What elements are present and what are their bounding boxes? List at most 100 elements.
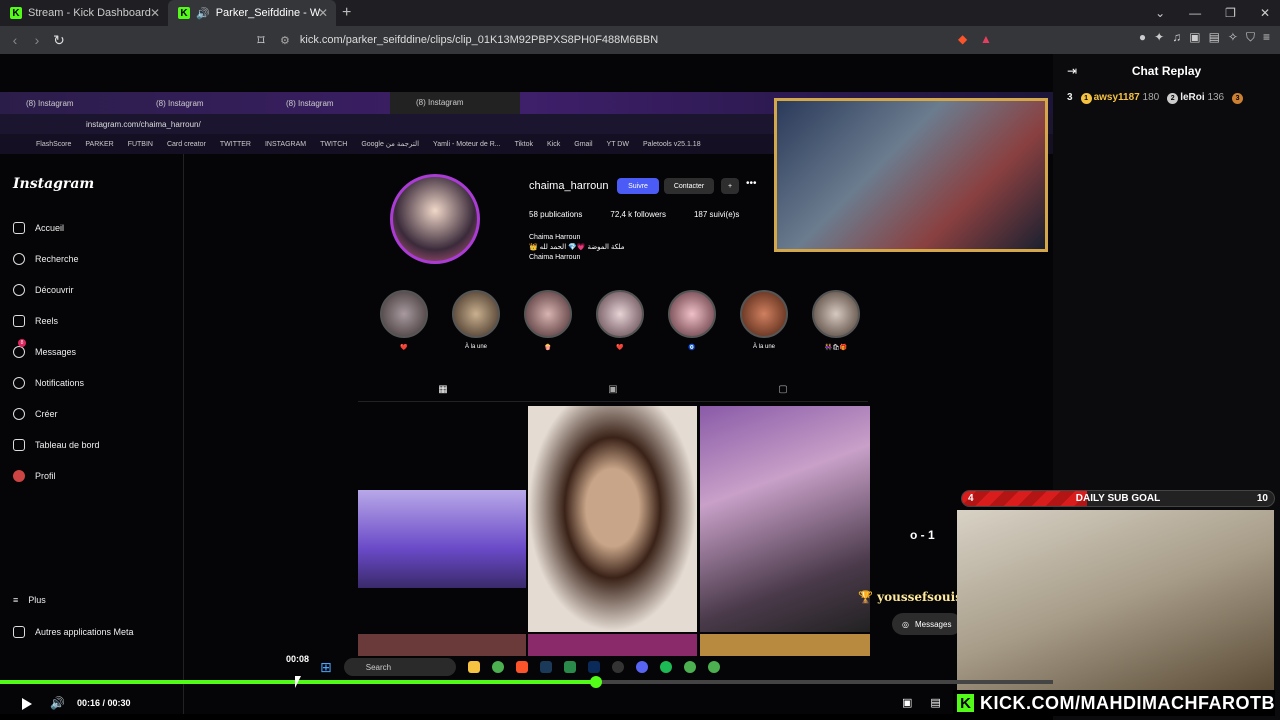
ig-nav-messages: 8 Messages bbox=[13, 339, 77, 358]
bookmark-item: Kick bbox=[547, 140, 561, 148]
bronze-badge-icon: 3 bbox=[1232, 93, 1244, 104]
volume-icon[interactable]: 🔊 bbox=[50, 696, 65, 710]
highlight-item: 🍿 bbox=[524, 290, 572, 351]
url-text: kick.com/parker_seifddine/clips/clip_01K… bbox=[299, 34, 659, 46]
brave-shield-icon[interactable]: ◆ bbox=[958, 32, 967, 46]
menu-icon[interactable]: ≡ bbox=[1263, 30, 1270, 45]
app-icon bbox=[563, 661, 576, 673]
ig-profile-avatar bbox=[390, 174, 480, 264]
forward-button[interactable]: › bbox=[26, 32, 48, 48]
highlight-item: ❤️ bbox=[380, 290, 428, 351]
minimize-button[interactable]: — bbox=[1189, 6, 1201, 20]
ig-tab: (8) Instagram bbox=[286, 98, 334, 108]
kick-logo-icon: K bbox=[10, 7, 22, 19]
menu-icon: ≡ bbox=[13, 595, 19, 605]
tab-title: Parker_Seifddine - Watch clip bbox=[215, 7, 320, 19]
post-thumbnail bbox=[358, 634, 526, 656]
reels-tab-icon: ▣ bbox=[608, 384, 618, 395]
messages-badge: 8 bbox=[18, 339, 26, 347]
stream-taskbar: ⊞ Search bbox=[320, 658, 720, 676]
daily-sub-goal-bar: 4 DAILY SUB GOAL 10 bbox=[961, 490, 1275, 507]
highlight-item: 🧿 bbox=[668, 290, 716, 351]
window-controls: ⌄ — ❐ ✕ bbox=[1155, 0, 1270, 26]
video-progress-bar[interactable] bbox=[0, 676, 1053, 688]
avatar bbox=[390, 174, 480, 264]
bookmark-item: FUTBIN bbox=[127, 140, 153, 148]
leaderboard-item: 1 awsy1187 180 bbox=[1080, 92, 1159, 104]
photoshop-icon bbox=[587, 661, 600, 673]
bookmark-item: INSTAGRAM bbox=[264, 140, 307, 148]
wallet-icon[interactable]: ▤ bbox=[1209, 30, 1220, 45]
followers-count: 72,4 k followers bbox=[610, 210, 666, 219]
vpn-icon[interactable]: ⛉ bbox=[1246, 30, 1255, 45]
nav-label: Reels bbox=[35, 316, 59, 326]
ig-nav-creer: Créer bbox=[13, 408, 58, 420]
ig-sidebar: Instagram Accueil Recherche Découvrir Re… bbox=[0, 154, 184, 714]
nav-label: Accueil bbox=[35, 223, 65, 233]
player-controls: 🔊 00:16 / 00:30 ▣ ▤ bbox=[0, 690, 953, 720]
ig-nav-reels: Reels bbox=[13, 315, 58, 327]
bookmark-item: Gmail bbox=[574, 140, 593, 148]
ig-highlights: ❤️ À la une 🍿 ❤️ 🧿 À la une 👭🛍🎁 bbox=[380, 290, 860, 351]
sidebar-icon[interactable]: ▣ bbox=[1189, 30, 1200, 45]
captions-icon[interactable]: ▤ bbox=[930, 696, 940, 709]
ig-nav-profil: Profil bbox=[13, 470, 56, 482]
publications-count: 58 publications bbox=[529, 210, 583, 219]
streamer-webcam-top bbox=[774, 98, 1048, 252]
site-info-icon[interactable]: ⚙ bbox=[280, 34, 290, 47]
obs-icon bbox=[611, 661, 624, 673]
close-window-button[interactable]: ✕ bbox=[1260, 6, 1270, 20]
extension-icon[interactable]: ● bbox=[1139, 30, 1146, 45]
highlight-item: ❤️ bbox=[596, 290, 644, 351]
gifter-leaderboard: 3 1 awsy1187 180 2 leRoi 136 3 bbox=[1067, 92, 1245, 104]
nav-label: Messages bbox=[35, 347, 77, 357]
post-thumbnail bbox=[358, 490, 526, 588]
close-tab-icon[interactable]: ✕ bbox=[318, 6, 328, 20]
search-icon bbox=[13, 253, 25, 265]
chrome-icon bbox=[707, 661, 720, 673]
highlight-item: 👭🛍🎁 bbox=[812, 290, 860, 351]
url-field[interactable]: ⚙ kick.com/parker_seifddine/clips/clip_0… bbox=[280, 30, 945, 50]
bookmark-item: FlashScore bbox=[36, 140, 72, 148]
address-bar: ‹ › ↻ ⌑ ⚙ kick.com/parker_seifddine/clip… bbox=[0, 26, 1280, 54]
extensions-bar: ● ✦ ♫ ▣ ▤ ✧ ⛉ ≡ bbox=[1139, 30, 1270, 45]
reels-icon bbox=[13, 315, 25, 327]
overlay-score: o - 1 bbox=[910, 528, 935, 542]
bookmark-icon[interactable]: ⌑ bbox=[250, 32, 272, 49]
back-button[interactable]: ‹ bbox=[4, 32, 26, 48]
new-tab-button[interactable]: + bbox=[342, 4, 351, 22]
spotify-icon bbox=[659, 661, 672, 673]
browser-tab-clip[interactable]: K 🔊 Parker_Seifddine - Watch clip ✕ bbox=[168, 0, 336, 26]
brave-rewards-icon[interactable]: ▲ bbox=[980, 32, 992, 46]
discord-icon bbox=[635, 661, 648, 673]
bio-link: Chaima Harroun bbox=[529, 254, 581, 261]
steam-icon bbox=[539, 661, 552, 673]
reload-button[interactable]: ↻ bbox=[48, 32, 70, 49]
add-person-icon: + bbox=[721, 178, 739, 194]
ig-nav-decouvrir: Découvrir bbox=[13, 284, 74, 296]
maximize-button[interactable]: ❐ bbox=[1225, 6, 1236, 20]
browser-tab-dashboard[interactable]: K Stream - Kick Dashboard ✕ bbox=[0, 0, 168, 26]
ig-bio: Chaima Harroun 👑 ملكة الموضة 💗💎 الحمد لل… bbox=[529, 233, 625, 263]
theater-mode-icon[interactable]: ▣ bbox=[902, 696, 912, 709]
ig-nav-accueil: Accueil bbox=[13, 222, 64, 234]
gold-badge-icon: 1 bbox=[1080, 93, 1092, 104]
sub-goal-target: 10 bbox=[1256, 493, 1268, 504]
chrome-icon bbox=[683, 661, 696, 673]
banner-text: KICK.COM/MAHDIMACHFAROTB bbox=[980, 692, 1275, 713]
ig-nav-tableau: Tableau de bord bbox=[13, 439, 100, 451]
bio-name: Chaima Harroun bbox=[529, 234, 581, 241]
kick-logo-icon: K bbox=[957, 694, 975, 712]
leaderboard-item: 2 leRoi 136 bbox=[1167, 92, 1224, 104]
puzzle-icon[interactable]: ✦ bbox=[1154, 30, 1164, 45]
ig-nav-recherche: Recherche bbox=[13, 253, 79, 265]
silver-badge-icon: 2 bbox=[1167, 93, 1179, 104]
speaker-icon: 🔊 bbox=[196, 7, 210, 20]
progress-handle[interactable] bbox=[589, 676, 602, 688]
music-icon[interactable]: ♫ bbox=[1172, 30, 1181, 45]
player-right-controls: ▣ ▤ bbox=[902, 696, 941, 709]
leo-icon[interactable]: ✧ bbox=[1228, 30, 1238, 45]
play-button[interactable] bbox=[22, 698, 32, 710]
close-tab-icon[interactable]: ✕ bbox=[150, 6, 160, 20]
tab-search-icon[interactable]: ⌄ bbox=[1155, 6, 1165, 20]
